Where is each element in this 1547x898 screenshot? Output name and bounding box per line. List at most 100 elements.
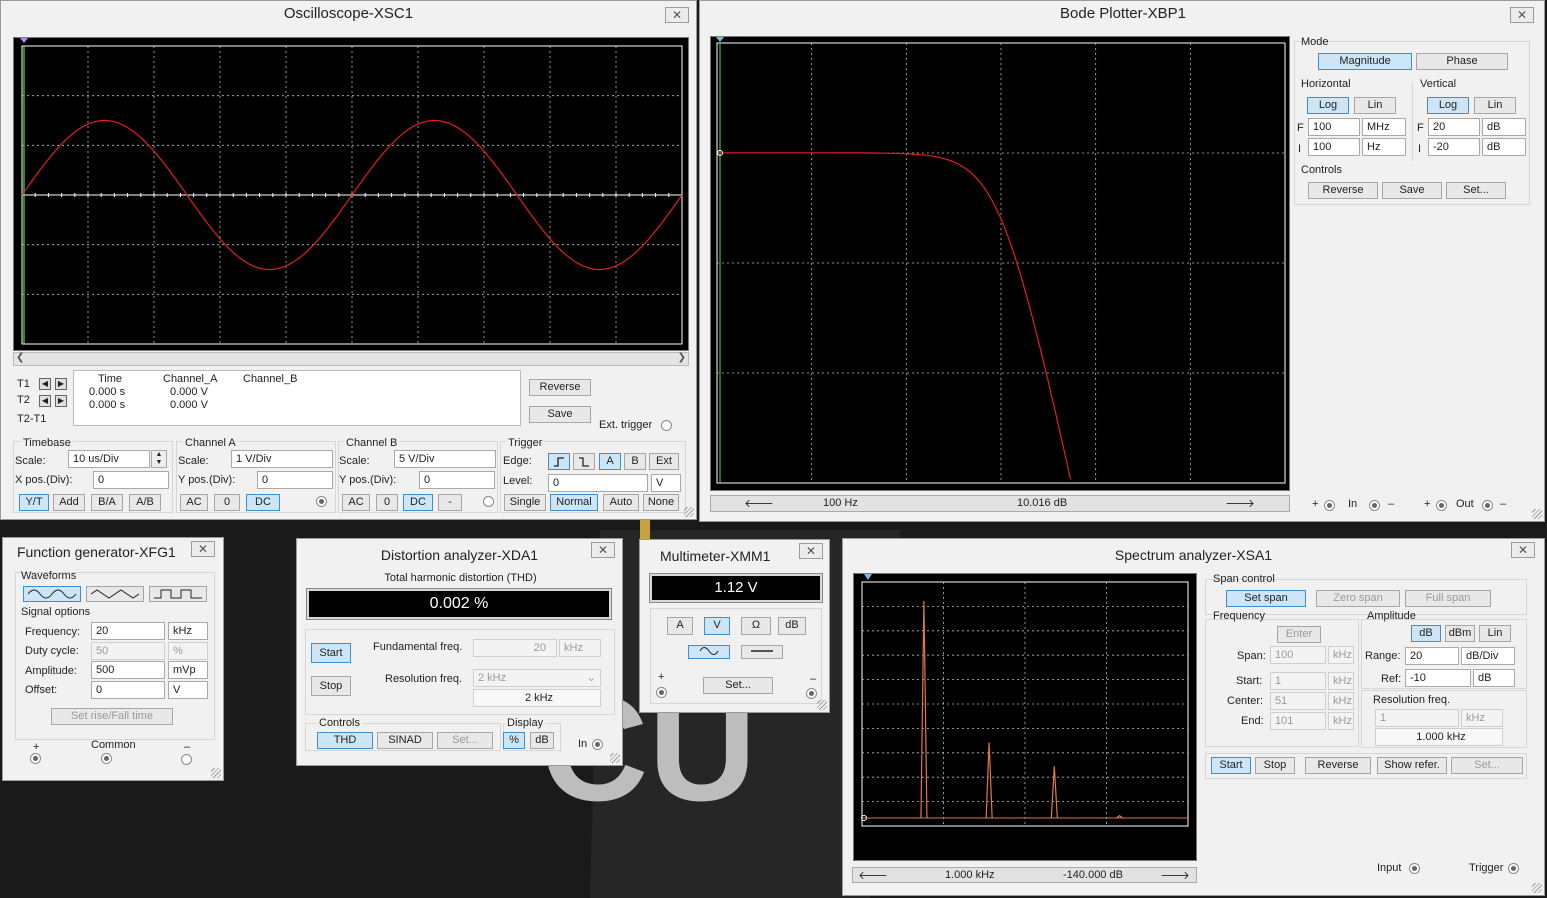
vertical-i-unit[interactable]: dB [1482,138,1526,156]
start-unit[interactable]: kHz [1328,672,1354,690]
fundamental-freq-input[interactable]: 20 [473,639,557,657]
cursor-left-arrow-icon[interactable]: 🡐 [853,868,893,882]
close-button[interactable]: ✕ [1510,7,1534,23]
vertical-i-input[interactable]: -20 [1428,138,1480,156]
out-minus-terminal[interactable] [1482,500,1493,511]
ref-input[interactable]: -10 [1405,669,1471,687]
channel-b-scale-input[interactable]: 5 V/Div [394,450,496,468]
range-input[interactable]: 20 [1405,647,1459,665]
plus-terminal[interactable] [656,687,667,698]
dc-mode-button[interactable] [741,645,783,659]
trigger-source-b-button[interactable]: B [624,453,646,470]
scroll-left-icon[interactable]: ❮ [16,352,24,363]
close-button[interactable]: ✕ [665,7,689,23]
cursor-left-arrow-icon[interactable]: 🡐 [711,496,807,511]
resize-grip[interactable] [610,753,620,763]
distortion-set-button[interactable]: Set... [437,732,493,749]
thd-button[interactable]: THD [317,732,373,749]
amplitude-input[interactable]: 500 [91,661,165,679]
channel-a-ypos-input[interactable]: 0 [257,471,333,489]
sinad-button[interactable]: SINAD [377,732,433,749]
square-wave-button[interactable] [149,586,207,602]
offset-input[interactable]: 0 [91,681,165,699]
xpos-input[interactable]: 0 [93,471,169,489]
span-unit[interactable]: kHz [1328,646,1354,664]
stop-button[interactable]: Stop [311,676,351,696]
triangle-wave-button[interactable] [86,586,144,602]
input-terminal[interactable] [1409,863,1420,874]
channel-b-terminal[interactable] [483,496,494,507]
channel-a-ac-button[interactable]: AC [180,494,208,511]
percent-button[interactable]: % [503,732,525,749]
ammeter-button[interactable]: A [667,617,693,635]
end-unit[interactable]: kHz [1328,712,1354,730]
enter-button[interactable]: Enter [1277,626,1321,643]
zero-span-button[interactable]: Zero span [1316,590,1400,607]
set-rise-fall-button[interactable]: Set rise/Fall time [51,708,173,725]
amplitude-unit[interactable]: mVp [168,661,208,679]
set-span-button[interactable]: Set span [1226,590,1306,607]
db-button[interactable]: dB [530,732,554,749]
channel-a-terminal[interactable] [316,496,327,507]
scroll-right-icon[interactable]: ❯ [678,352,686,363]
plus-terminal[interactable] [30,753,41,764]
reverse-button[interactable]: Reverse [529,379,591,396]
start-button[interactable]: Start [311,643,351,663]
ac-mode-button[interactable] [688,645,730,659]
timebase-scale-input[interactable]: 10 us/Div [68,450,150,468]
in-plus-terminal[interactable] [1324,500,1335,511]
resize-grip[interactable] [1532,509,1542,519]
channel-b-ac-button[interactable]: AC [342,494,370,511]
minus-terminal[interactable] [181,754,192,765]
bode-set-button[interactable]: Set... [1446,182,1506,199]
cursor-right-arrow-icon[interactable]: 🡒 [1191,496,1289,511]
close-button[interactable]: ✕ [191,541,215,557]
full-span-button[interactable]: Full span [1405,590,1491,607]
ext-trigger-terminal[interactable] [661,420,672,431]
resolution-freq-unit[interactable]: kHz [1461,709,1503,727]
horizontal-scrollbar[interactable]: ❮ ❯ [13,352,689,366]
single-button[interactable]: Single [504,494,546,511]
center-unit[interactable]: kHz [1328,692,1354,710]
bode-save-button[interactable]: Save [1382,182,1442,199]
frequency-unit[interactable]: kHz [168,622,208,640]
falling-edge-button[interactable] [573,453,595,470]
close-button[interactable]: ✕ [1511,542,1535,558]
channel-a-dc-button[interactable]: DC [246,494,280,511]
show-reference-button[interactable]: Show refer. [1377,757,1447,774]
in-terminal[interactable] [592,739,603,750]
spectrum-reverse-button[interactable]: Reverse [1305,757,1371,774]
vertical-f-input[interactable]: 20 [1428,118,1480,136]
horizontal-log-button[interactable]: Log [1307,97,1349,114]
center-input[interactable]: 51 [1270,692,1326,710]
resize-grip[interactable] [1532,883,1542,893]
resolution-freq-input[interactable]: 1 [1375,709,1459,727]
normal-button[interactable]: Normal [550,494,598,511]
amplitude-dbm-button[interactable]: dBm [1445,625,1475,642]
trigger-level-input[interactable]: 0 [548,474,648,492]
amplitude-lin-button[interactable]: Lin [1479,625,1511,642]
timebase-spinner[interactable]: ▲ ▼ [151,450,167,468]
span-input[interactable]: 100 [1270,646,1326,664]
horizontal-i-input[interactable]: 100 [1308,138,1360,156]
out-plus-terminal[interactable] [1436,500,1447,511]
end-input[interactable]: 101 [1270,712,1326,730]
spectrum-screen[interactable] [853,573,1197,861]
resolution-freq-select[interactable]: 2 kHz ⌄ [473,669,601,687]
oscilloscope-screen[interactable] [13,37,689,351]
fundamental-freq-unit[interactable]: kHz [559,639,601,657]
auto-button[interactable]: Auto [603,494,639,511]
amplitude-db-button[interactable]: dB [1411,625,1441,642]
t2-left-arrow-icon[interactable]: ◀ [39,395,51,407]
resize-grip[interactable] [211,768,221,778]
trigger-source-a-button[interactable]: A [599,453,621,470]
t1-left-arrow-icon[interactable]: ◀ [39,378,51,390]
spectrum-start-button[interactable]: Start [1211,757,1251,774]
voltmeter-button[interactable]: V [704,617,730,635]
horizontal-i-unit[interactable]: Hz [1362,138,1406,156]
channel-b-minus-button[interactable]: - [438,494,462,511]
decibel-button[interactable]: dB [778,617,806,635]
none-button[interactable]: None [643,494,679,511]
a-over-b-button[interactable]: A/B [129,494,161,511]
range-unit[interactable]: dB/Div [1461,647,1515,665]
